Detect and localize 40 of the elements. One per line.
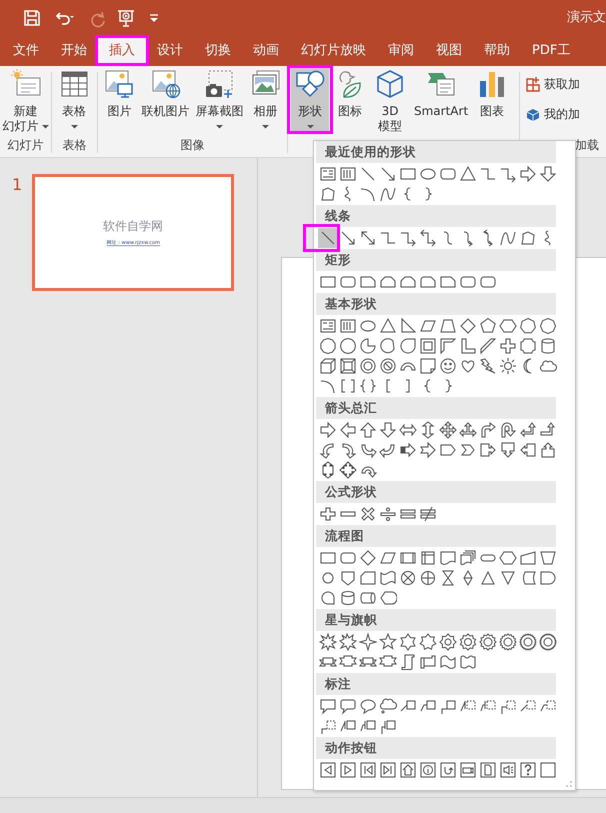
smartart-button[interactable]: SmartArt (411, 67, 472, 121)
table-button[interactable]: 表格 (55, 67, 93, 131)
section-header: 流程图 (316, 525, 556, 547)
ribbon-tab[interactable]: 切换 (194, 36, 242, 66)
ribbon-tab[interactable]: 帮助 (473, 36, 521, 66)
window-title: 演示文 (567, 9, 606, 28)
section-header: 动作按钮 (316, 737, 556, 759)
group-label: 表格 (62, 137, 88, 153)
section-header: 基本形状 (316, 293, 556, 315)
section-header: 线条 (316, 205, 556, 227)
group-label: 图像 (180, 137, 206, 153)
shapes-button[interactable]: 形状 (291, 67, 329, 131)
icons-button[interactable]: 图标 (331, 67, 369, 121)
new-slide-button[interactable]: 新建 幻灯片 (3, 67, 48, 136)
online-picture-button[interactable]: 联机图片 (140, 67, 192, 121)
screenshot-button[interactable]: 屏幕截图 (194, 67, 246, 131)
ribbon-tab[interactable]: 设计 (146, 36, 194, 66)
section-header: 星与旗帜 (316, 609, 556, 631)
section-header: 标注 (316, 673, 556, 695)
section-header: 最近使用的形状 (316, 141, 556, 163)
picture-button[interactable]: 图片 (101, 67, 138, 121)
group-label: 加载 (574, 137, 600, 153)
section-header: 矩形 (316, 249, 556, 271)
3d-model-button[interactable]: 3D 模型 (371, 67, 409, 136)
ribbon-tab[interactable]: 开始 (50, 36, 98, 66)
section-header: 箭头总汇 (316, 397, 556, 419)
ribbon-tab[interactable]: PDF工 (521, 36, 582, 66)
get-add-ins-button[interactable]: 获取加 (523, 72, 582, 96)
my-add-ins-button[interactable]: 我的加 (523, 102, 582, 126)
ribbon-tab[interactable]: 审阅 (377, 36, 425, 66)
group-label: 幻灯片 (6, 137, 44, 153)
ribbon-tab[interactable]: 幻灯片放映 (290, 36, 377, 66)
photo-album-button[interactable]: 相册 (247, 67, 284, 131)
ribbon-tab[interactable]: 动画 (242, 36, 290, 66)
ribbon-tab[interactable]: 文件 (2, 36, 50, 66)
chart-button[interactable]: 图表 (473, 67, 512, 121)
section-header: 公式形状 (316, 481, 556, 503)
ribbon-tab[interactable]: 视图 (425, 36, 473, 66)
slide-number: 1 (12, 176, 22, 194)
slide-title: 软件自学网 (103, 218, 164, 234)
